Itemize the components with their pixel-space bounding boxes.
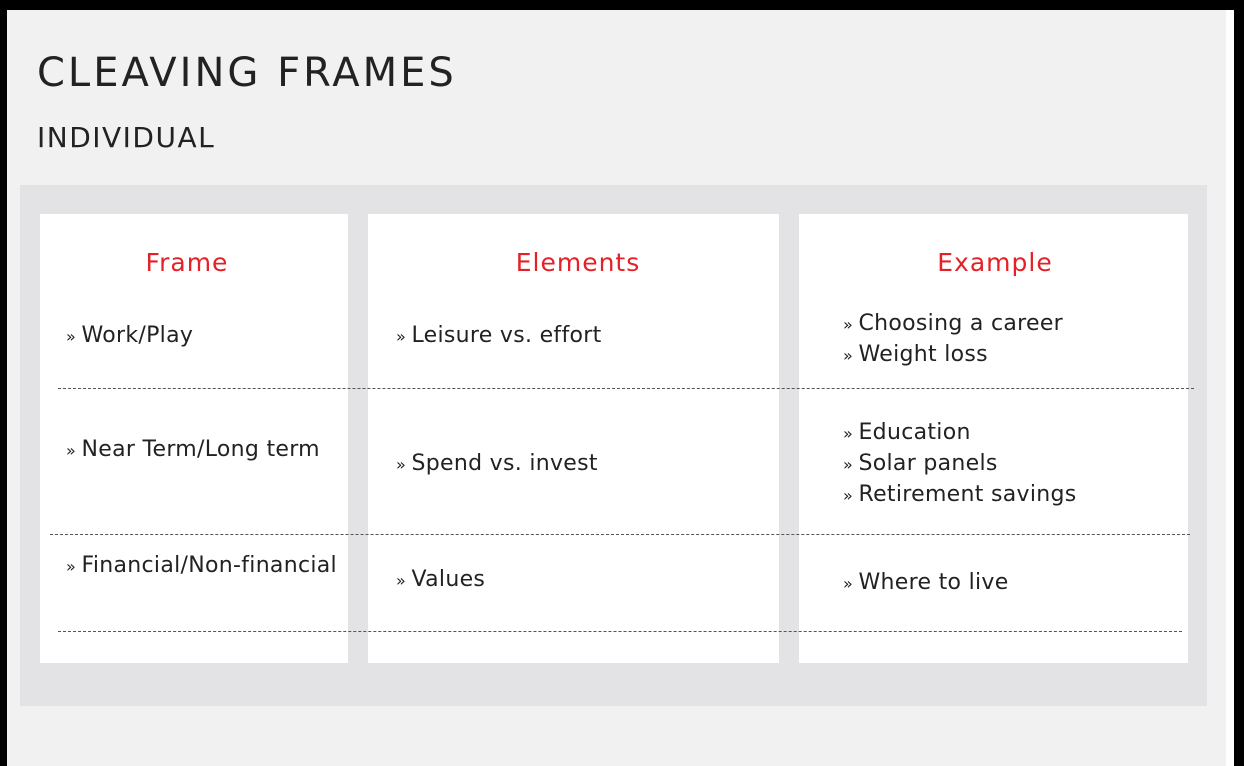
elements-item: Leisure vs. effort [396, 321, 602, 352]
row-2-examples: Education Solar panels Retirement saving… [843, 418, 1077, 511]
frame-item: Financial/Non-financial [66, 551, 337, 582]
frame-header: Frame [145, 248, 229, 277]
row-divider [58, 388, 1194, 389]
page-title: CLEAVING FRAMES [37, 50, 457, 96]
example-item: Solar panels [843, 449, 1077, 480]
row-divider [50, 534, 1190, 535]
frame-item: Near Term/Long term [66, 435, 320, 466]
row-1-examples: Choosing a career Weight loss [843, 309, 1063, 371]
row-2-frame: Near Term/Long term [66, 435, 320, 466]
elements-item: Spend vs. invest [396, 449, 598, 480]
frame-item: Work/Play [66, 321, 193, 352]
example-item: Retirement savings [843, 480, 1077, 511]
example-item: Choosing a career [843, 309, 1063, 340]
row-divider [58, 631, 1182, 632]
elements-header: Elements [515, 248, 641, 277]
example-item: Education [843, 418, 1077, 449]
right-edge [1226, 10, 1234, 766]
elements-item: Values [396, 565, 485, 596]
row-3-examples: Where to live [843, 568, 1009, 599]
example-item: Where to live [843, 568, 1009, 599]
page-subtitle: INDIVIDUAL [37, 121, 216, 154]
example-item: Weight loss [843, 340, 1063, 371]
row-1-frame: Work/Play [66, 321, 193, 352]
row-3-frame: Financial/Non-financial [66, 551, 337, 582]
example-header: Example [937, 248, 1053, 277]
row-3-elements: Values [396, 565, 485, 596]
row-1-elements: Leisure vs. effort [396, 321, 602, 352]
row-2-elements: Spend vs. invest [396, 449, 598, 480]
